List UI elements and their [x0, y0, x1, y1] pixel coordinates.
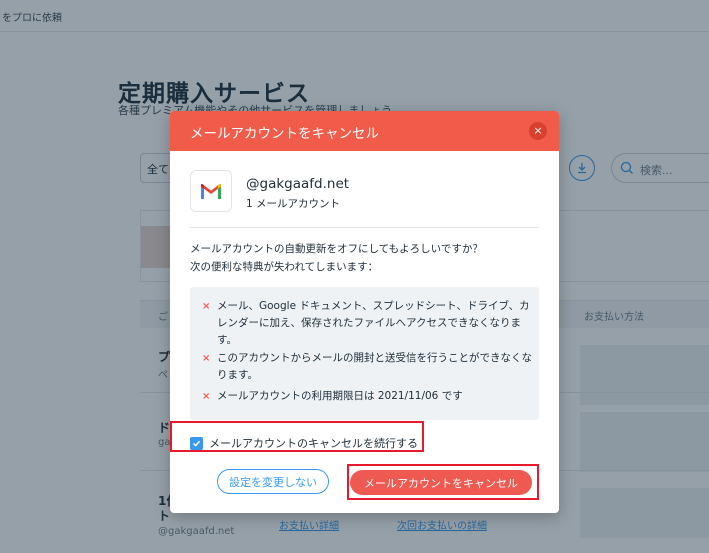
account-count: 1 メールアカウント — [246, 198, 341, 210]
dialog-title: メールアカウントをキャンセル — [190, 126, 379, 142]
confirm-question: メールアカウントの自動更新をオフにしてもよろしいですか？ 次の便利な特典が失われ… — [190, 240, 483, 276]
lost-benefit-item: × メール、Google ドキュメント、スプレッドシート、ドライブ、カレンダーに… — [202, 298, 532, 350]
x-mark-icon: × — [202, 391, 211, 402]
close-icon: × — [533, 124, 543, 137]
confirm-checkbox-label[interactable]: メールアカウントのキャンセルを続行する — [209, 435, 418, 451]
cancel-mail-account-button[interactable]: メールアカウントをキャンセル — [350, 470, 532, 495]
lost-benefits-box: × メール、Google ドキュメント、スプレッドシート、ドライブ、カレンダーに… — [190, 287, 539, 420]
keep-settings-button[interactable]: 設定を変更しない — [217, 469, 329, 494]
lost-benefit-text: メールアカウントの利用期限日は 2021/11/06 です — [217, 390, 463, 402]
cancel-mail-account-dialog: メールアカウントをキャンセル × @gakgaafd.net 1 メールアカウン… — [170, 111, 559, 513]
dialog-header: メールアカウントをキャンセル × — [170, 111, 559, 151]
x-mark-icon: × — [202, 353, 211, 364]
lost-benefit-text: メール、Google ドキュメント、スプレッドシート、ドライブ、カレンダーに加え… — [217, 300, 530, 346]
account-logo — [190, 170, 232, 212]
lost-benefit-item: × メールアカウントの利用期限日は 2021/11/06 です — [202, 388, 532, 405]
gmail-icon — [201, 183, 221, 199]
close-button[interactable]: × — [529, 122, 547, 140]
question-line-2: 次の便利な特典が失われてしまいます： — [190, 261, 379, 273]
x-mark-icon: × — [202, 301, 211, 312]
confirm-checkbox[interactable] — [190, 436, 203, 450]
lost-benefit-item: × このアカウントからメールの開封と送受信を行うことができなくなります。 — [202, 350, 532, 384]
confirm-checkbox-row[interactable]: メールアカウントのキャンセルを続行する — [190, 433, 418, 453]
check-icon — [192, 440, 201, 447]
account-email: @gakgaafd.net — [246, 176, 350, 192]
lost-benefit-text: このアカウントからメールの開封と送受信を行うことができなくなります。 — [217, 352, 532, 381]
divider — [190, 227, 539, 228]
question-line-1: メールアカウントの自動更新をオフにしてもよろしいですか？ — [190, 243, 483, 255]
